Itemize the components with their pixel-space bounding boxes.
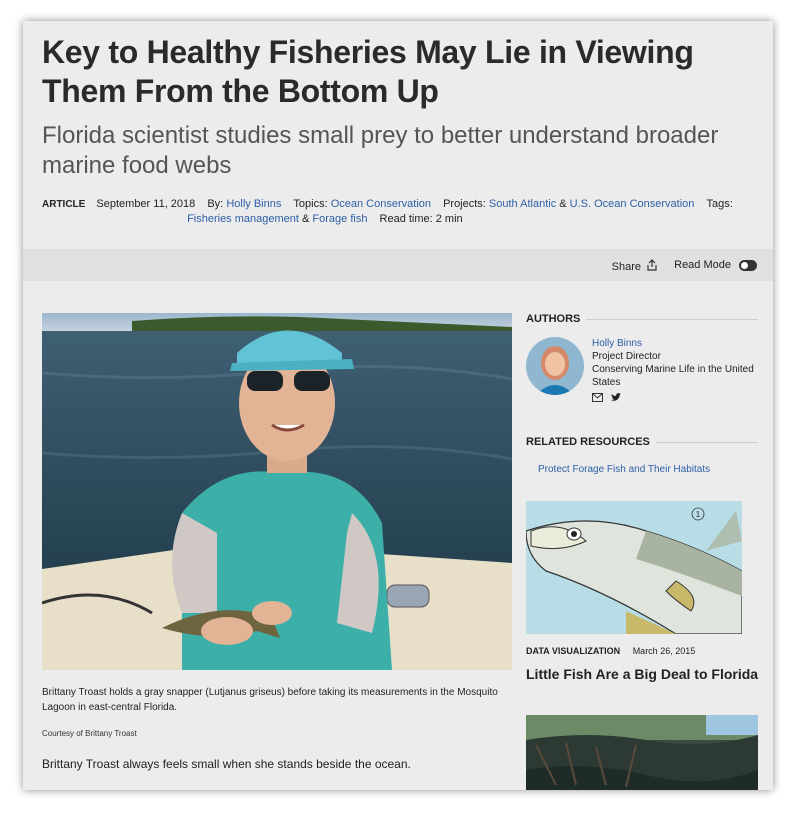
- article-body-paragraph: Brittany Troast always feels small when …: [42, 757, 411, 771]
- read-mode-toggle[interactable]: Read Mode: [674, 259, 757, 271]
- sidebar-author-link[interactable]: Holly Binns: [592, 338, 642, 349]
- card-date: March 26, 2015: [632, 646, 696, 656]
- image-credit: Courtesy of Brittany Troast: [42, 729, 137, 738]
- article-date: September 11, 2018: [96, 198, 196, 210]
- project-link-south-atlantic[interactable]: South Atlantic: [489, 198, 556, 210]
- card-badge-number: 1: [696, 510, 701, 519]
- author-link[interactable]: Holly Binns: [226, 198, 281, 210]
- toggle-switch-icon: [739, 259, 757, 271]
- article-meta: ARTICLE September 11, 2018 By: Holly Bin…: [42, 197, 754, 227]
- article-page: Key to Healthy Fisheries May Lie in View…: [23, 21, 773, 790]
- read-time: Read time: 2 min: [379, 213, 463, 225]
- article-toolbar: Share Read Mode: [23, 249, 773, 281]
- twitter-icon[interactable]: [611, 393, 621, 406]
- card-title-link[interactable]: Little Fish Are a Big Deal to Florida: [526, 666, 758, 682]
- share-label: Share: [611, 260, 641, 273]
- divider: [655, 441, 758, 443]
- page-title: Key to Healthy Fisheries May Lie in View…: [42, 34, 694, 109]
- related-resource-link[interactable]: Protect Forage Fish and Their Habitats: [538, 464, 710, 475]
- tag-link-fisheries[interactable]: Fisheries management: [187, 213, 299, 225]
- related-card-image[interactable]: 1: [526, 501, 742, 634]
- email-icon[interactable]: [592, 393, 603, 406]
- amp-separator: &: [302, 213, 310, 225]
- author-socials: [592, 393, 762, 406]
- card-kind: DATA VISUALIZATION: [526, 646, 621, 656]
- author-org: Conserving Marine Life in the United Sta…: [592, 364, 754, 388]
- authors-heading-label: AUTHORS: [526, 313, 581, 325]
- authors-heading: AUTHORS: [526, 313, 758, 325]
- page-subtitle: Florida scientist studies small prey to …: [42, 122, 719, 179]
- read-mode-label: Read Mode: [674, 259, 731, 271]
- related-heading-label: RELATED RESOURCES: [526, 436, 650, 448]
- topic-link[interactable]: Ocean Conservation: [331, 198, 431, 210]
- hero-image: [42, 313, 512, 670]
- related-resources-heading: RELATED RESOURCES: [526, 436, 758, 448]
- tag-link-forage-fish[interactable]: Forage fish: [312, 213, 367, 225]
- article-type-badge: ARTICLE: [42, 199, 86, 210]
- share-button[interactable]: Share: [612, 259, 657, 274]
- related-card-image-2[interactable]: [526, 715, 758, 790]
- author-card: Holly Binns Project Director Conserving …: [592, 337, 762, 406]
- topics-label: Topics:: [293, 198, 328, 210]
- projects-label: Projects:: [443, 198, 486, 210]
- divider: [586, 318, 758, 320]
- tags-label: Tags:: [706, 198, 733, 210]
- share-icon: [647, 259, 657, 274]
- author-role: Project Director: [592, 351, 661, 362]
- image-caption: Brittany Troast holds a gray snapper (Lu…: [42, 687, 498, 713]
- amp-separator: &: [559, 198, 567, 210]
- by-label: By:: [207, 198, 224, 210]
- avatar[interactable]: [526, 337, 584, 395]
- card-meta: DATA VISUALIZATION March 26, 2015: [526, 646, 695, 656]
- project-link-us-ocean[interactable]: U.S. Ocean Conservation: [570, 198, 695, 210]
